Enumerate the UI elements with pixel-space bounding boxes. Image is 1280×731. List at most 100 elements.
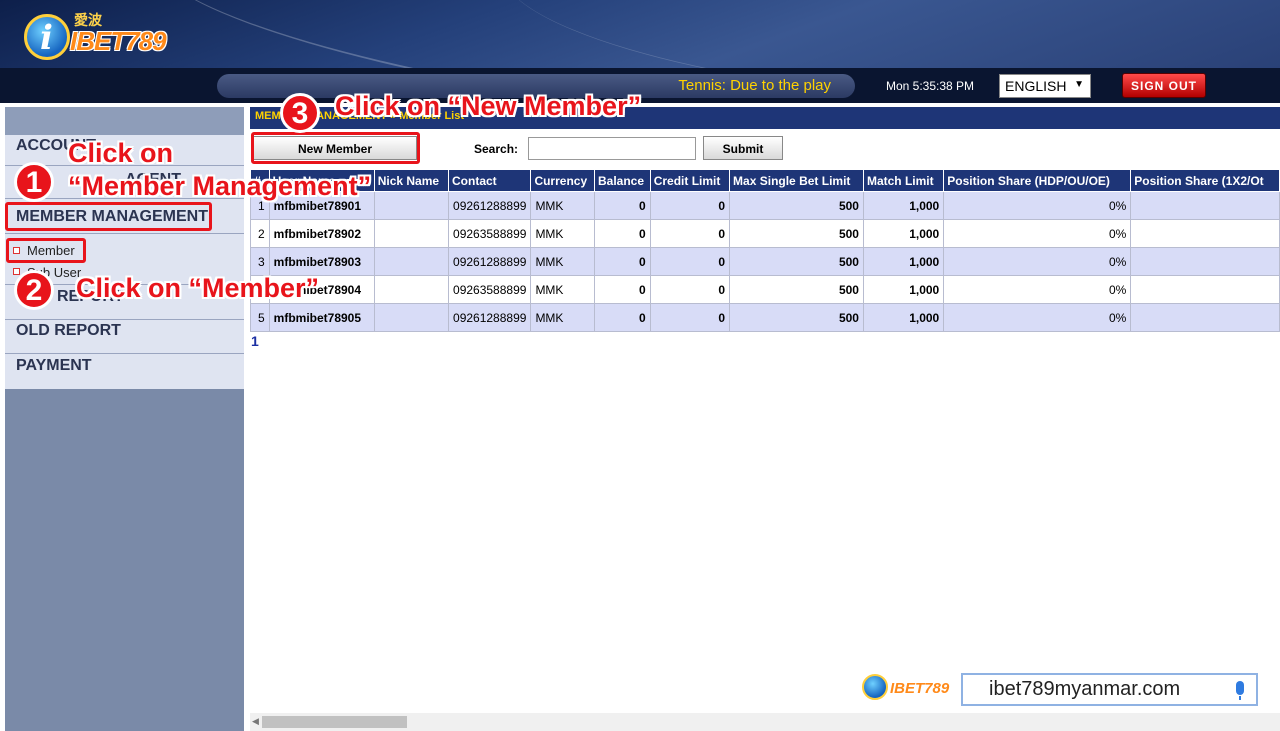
cell-balance: 0 (595, 304, 651, 332)
cell-currency: MMK (531, 220, 595, 248)
step-2-badge: 2 (14, 270, 54, 310)
cell-balance: 0 (595, 276, 651, 304)
col-nick-name[interactable]: Nick Name (374, 170, 448, 192)
cell-share: 0% (944, 248, 1131, 276)
col-contact[interactable]: Contact (449, 170, 531, 192)
cell-currency: MMK (531, 192, 595, 220)
cell-user-link[interactable]: mfbmibet78902 (269, 220, 374, 248)
cell-match: 1,000 (863, 276, 943, 304)
cell-index: 5 (251, 304, 270, 332)
cell-max-bet: 500 (730, 304, 864, 332)
cell-index: 2 (251, 220, 270, 248)
cell-nick (374, 248, 448, 276)
scroll-left-icon[interactable]: ◀ (252, 716, 259, 727)
table-row: 2 mfbmibet78902 09263588899 MMK 0 0 500 … (251, 220, 1280, 248)
cell-match: 1,000 (863, 304, 943, 332)
cell-share: 0% (944, 276, 1131, 304)
search-input[interactable] (528, 137, 696, 160)
cell-contact: 09263588899 (449, 220, 531, 248)
bullet-icon (13, 268, 20, 275)
logo-circle-icon (862, 674, 888, 700)
cell-credit: 0 (650, 220, 729, 248)
clock: Mon 5:35:38 PM (886, 79, 974, 93)
horizontal-scrollbar[interactable]: ◀ (250, 713, 1280, 731)
cell-currency: MMK (531, 276, 595, 304)
cell-share: 0% (944, 192, 1131, 220)
step-3-text: Click on “New Member” (335, 91, 641, 122)
header: i 愛波 IBET789 (0, 0, 1280, 68)
divider (5, 353, 244, 354)
cell-credit: 0 (650, 304, 729, 332)
step-1-badge: 1 (14, 162, 54, 202)
scrollbar-thumb[interactable] (262, 716, 407, 728)
cell-match: 1,000 (863, 192, 943, 220)
cell-share: 0% (944, 220, 1131, 248)
language-value: ENGLISH (1005, 78, 1066, 94)
cell-credit: 0 (650, 248, 729, 276)
divider (5, 233, 244, 234)
col-match-limit[interactable]: Match Limit (863, 170, 943, 192)
member-table: # User Name Nick Name Contact Currency B… (250, 169, 1280, 332)
col-balance[interactable]: Balance (595, 170, 651, 192)
step-2-text: Click on “Member” (76, 273, 319, 304)
highlight-new-member (251, 132, 420, 164)
sidebar-top (5, 107, 244, 135)
cell-contact: 09261288899 (449, 192, 531, 220)
sidebar-item-payment[interactable]: PAYMENT (16, 357, 92, 375)
cell-nick (374, 304, 448, 332)
cell-currency: MMK (531, 248, 595, 276)
table-row: 4 mfbmibet78904 09263588899 MMK 0 0 500 … (251, 276, 1280, 304)
table-row: 1 mfbmibet78901 09261288899 MMK 0 0 500 … (251, 192, 1280, 220)
cell-nick (374, 192, 448, 220)
col-credit-limit[interactable]: Credit Limit (650, 170, 729, 192)
divider (5, 319, 244, 320)
cell-nick (374, 276, 448, 304)
highlight-member-management (5, 202, 212, 231)
cell-contact: 09261288899 (449, 248, 531, 276)
language-select[interactable]: ENGLISH ▼ (999, 74, 1091, 98)
search-label: Search: (474, 142, 518, 156)
cell-user-link[interactable]: mfbmibet78903 (269, 248, 374, 276)
cell-contact: 09261288899 (449, 304, 531, 332)
cell-share2 (1131, 248, 1280, 276)
microphone-icon (1236, 681, 1244, 695)
cell-match: 1,000 (863, 220, 943, 248)
sign-out-button[interactable]: SIGN OUT (1122, 73, 1206, 98)
submit-button[interactable]: Submit (703, 136, 783, 160)
cell-nick (374, 220, 448, 248)
cell-share2 (1131, 220, 1280, 248)
cell-max-bet: 500 (730, 248, 864, 276)
cell-balance: 0 (595, 248, 651, 276)
ticker-text: Tennis: Due to the play (678, 77, 831, 94)
table-row: 5 mfbmibet78905 09261288899 MMK 0 0 500 … (251, 304, 1280, 332)
col-currency[interactable]: Currency (531, 170, 595, 192)
url-text: ibet789myanmar.com (989, 678, 1180, 700)
cell-max-bet: 500 (730, 276, 864, 304)
url-banner: ibet789myanmar.com (961, 673, 1258, 706)
cell-max-bet: 500 (730, 220, 864, 248)
col-max-single-bet-limit[interactable]: Max Single Bet Limit (730, 170, 864, 192)
logo-i-icon: i (40, 18, 53, 58)
watermark-logo-text: IBET789 (890, 680, 949, 697)
cell-contact: 09263588899 (449, 276, 531, 304)
step-1-text-line2: “Member Management” (68, 171, 371, 202)
pagination-page-1[interactable]: 1 (251, 333, 259, 349)
col-position-share-1x2[interactable]: Position Share (1X2/Ot (1131, 170, 1280, 192)
cell-user-link[interactable]: mfbmibet78905 (269, 304, 374, 332)
watermark-logo: IBET789 (862, 670, 952, 706)
cell-share2 (1131, 192, 1280, 220)
cell-currency: MMK (531, 304, 595, 332)
cell-max-bet: 500 (730, 192, 864, 220)
cell-credit: 0 (650, 192, 729, 220)
col-position-share-hdp[interactable]: Position Share (HDP/OU/OE) (944, 170, 1131, 192)
cell-match: 1,000 (863, 248, 943, 276)
table-row: 3 mfbmibet78903 09261288899 MMK 0 0 500 … (251, 248, 1280, 276)
highlight-member (6, 238, 86, 263)
site-logo[interactable]: i 愛波 IBET789 (24, 6, 174, 64)
cell-balance: 0 (595, 192, 651, 220)
sidebar-item-old-report[interactable]: OLD REPORT (16, 322, 121, 340)
cell-credit: 0 (650, 276, 729, 304)
chevron-down-icon: ▼ (1074, 79, 1084, 90)
cell-share2 (1131, 304, 1280, 332)
step-1-text-line1: Click on (68, 138, 173, 169)
